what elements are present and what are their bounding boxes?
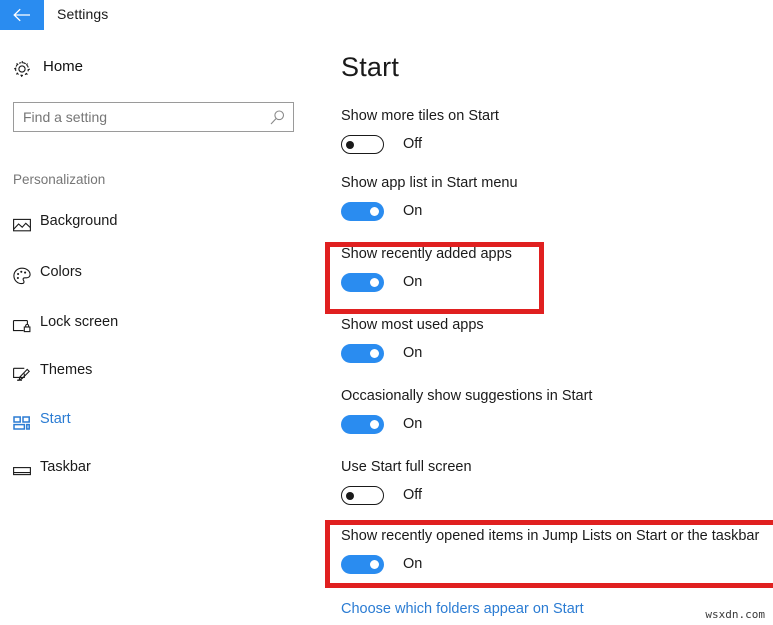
toggle-knob bbox=[370, 560, 379, 569]
toggle-row: On bbox=[341, 415, 771, 435]
toggle-row: Off bbox=[341, 135, 771, 155]
setting-label: Show app list in Start menu bbox=[341, 175, 518, 191]
lock-screen-icon bbox=[12, 316, 32, 336]
toggle-row: On bbox=[341, 555, 773, 575]
toggle-knob bbox=[370, 420, 379, 429]
sidebar-item-colors-label: Colors bbox=[40, 264, 82, 280]
toggle-use-start-full-screen[interactable] bbox=[341, 486, 384, 505]
sidebar-item-background-label: Background bbox=[40, 213, 118, 229]
setting-show-more-tiles: Show more tiles on Start Off bbox=[341, 107, 771, 155]
main-content: Start Show more tiles on Start Off Show … bbox=[320, 30, 773, 625]
title-bar: Settings bbox=[0, 0, 773, 30]
back-arrow-icon bbox=[13, 8, 30, 22]
sidebar-item-themes[interactable]: Themes bbox=[0, 359, 300, 389]
setting-label: Show recently opened items in Jump Lists… bbox=[341, 528, 760, 544]
setting-label: Use Start full screen bbox=[341, 459, 472, 475]
setting-use-start-full-screen: Use Start full screen Off bbox=[341, 458, 771, 506]
theme-brush-icon bbox=[12, 364, 32, 384]
back-button[interactable] bbox=[0, 0, 44, 30]
sidebar-item-home-label: Home bbox=[43, 58, 84, 75]
picture-icon bbox=[12, 215, 32, 235]
toggle-knob bbox=[370, 349, 379, 358]
toggle-show-recently-added-apps[interactable] bbox=[341, 273, 384, 292]
toggle-knob bbox=[370, 207, 379, 216]
toggle-row: On bbox=[341, 273, 771, 293]
setting-label: Show most used apps bbox=[341, 317, 484, 333]
toggle-state-label: On bbox=[403, 416, 423, 432]
toggle-knob bbox=[346, 140, 354, 149]
toggle-row: Off bbox=[341, 486, 771, 506]
toggle-show-suggestions[interactable] bbox=[341, 415, 384, 434]
setting-show-most-used-apps: Show most used apps On bbox=[341, 316, 771, 364]
toggle-state-label: On bbox=[403, 203, 423, 219]
toggle-knob bbox=[370, 278, 379, 287]
taskbar-icon bbox=[12, 461, 32, 481]
setting-show-jump-lists: Show recently opened items in Jump Lists… bbox=[341, 527, 773, 575]
toggle-state-label: On bbox=[403, 274, 423, 290]
setting-show-app-list: Show app list in Start menu On bbox=[341, 174, 771, 222]
sidebar: Home Personalization Background bbox=[0, 30, 320, 625]
toggle-show-jump-lists[interactable] bbox=[341, 555, 384, 574]
setting-label: Occasionally show suggestions in Start bbox=[341, 388, 593, 404]
setting-show-recently-added-apps: Show recently added apps On bbox=[341, 245, 771, 293]
gear-icon bbox=[12, 59, 32, 79]
start-tiles-icon bbox=[12, 413, 32, 433]
search-box[interactable] bbox=[13, 102, 294, 132]
toggle-show-most-used-apps[interactable] bbox=[341, 344, 384, 363]
toggle-state-label: On bbox=[403, 556, 423, 572]
setting-label: Show more tiles on Start bbox=[341, 108, 499, 124]
setting-label: Show recently added apps bbox=[341, 246, 512, 262]
sidebar-item-colors[interactable]: Colors bbox=[0, 261, 300, 291]
page-title: Start bbox=[341, 52, 400, 82]
toggle-show-more-tiles[interactable] bbox=[341, 135, 384, 154]
sidebar-item-start-label: Start bbox=[40, 411, 71, 427]
toggle-state-label: Off bbox=[403, 136, 423, 152]
toggle-state-label: On bbox=[403, 345, 423, 361]
sidebar-section-label: Personalization bbox=[13, 172, 106, 187]
sidebar-item-start[interactable]: Start bbox=[0, 408, 300, 438]
toggle-state-label: Off bbox=[403, 487, 423, 503]
search-icon[interactable] bbox=[269, 109, 286, 126]
sidebar-item-taskbar[interactable]: Taskbar bbox=[0, 456, 300, 486]
watermark: wsxdn.com bbox=[705, 608, 765, 621]
sidebar-item-themes-label: Themes bbox=[40, 362, 93, 378]
search-input[interactable] bbox=[14, 103, 262, 131]
palette-icon bbox=[12, 266, 32, 286]
toggle-row: On bbox=[341, 344, 771, 364]
toggle-show-app-list[interactable] bbox=[341, 202, 384, 221]
setting-show-suggestions: Occasionally show suggestions in Start O… bbox=[341, 387, 771, 435]
choose-folders-link[interactable]: Choose which folders appear on Start bbox=[341, 601, 584, 617]
sidebar-item-taskbar-label: Taskbar bbox=[40, 459, 91, 475]
sidebar-item-background[interactable]: Background bbox=[0, 210, 300, 240]
toggle-knob bbox=[346, 491, 354, 500]
sidebar-item-home[interactable]: Home bbox=[0, 55, 300, 85]
app-title: Settings bbox=[57, 6, 109, 22]
sidebar-item-lock-screen-label: Lock screen bbox=[40, 314, 119, 330]
sidebar-item-lock-screen[interactable]: Lock screen bbox=[0, 311, 300, 341]
toggle-row: On bbox=[341, 202, 771, 222]
